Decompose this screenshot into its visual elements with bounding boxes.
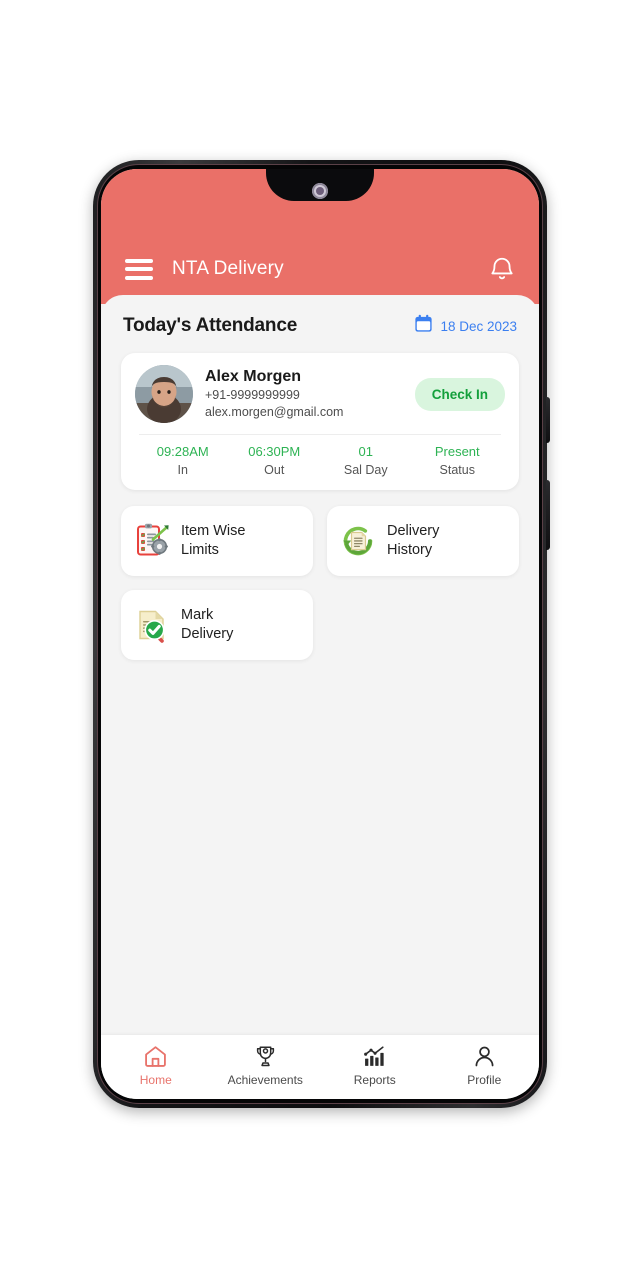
stat-out: 06:30PM Out: [229, 443, 321, 479]
header-bar: NTA Delivery: [101, 243, 539, 295]
tile-mark-delivery[interactable]: Mark Delivery: [121, 590, 313, 661]
tile-label-line2: Delivery: [181, 626, 234, 643]
user-name: Alex Morgen: [205, 367, 302, 385]
document-check-magnifier-icon: [133, 606, 171, 644]
phone-screen: NTA Delivery Today's Attendance 18 Dec 2…: [101, 169, 539, 1099]
check-in-button[interactable]: Check In: [414, 377, 505, 411]
quick-action-tiles: Item Wise Limits Delivery History Mark D…: [101, 490, 539, 661]
nav-item-achievements[interactable]: Achievements: [211, 1043, 321, 1087]
user-phone: +91-9999999999: [205, 387, 300, 402]
section-header: Today's Attendance 18 Dec 2023: [101, 295, 539, 338]
home-icon: [143, 1043, 168, 1069]
stat-in: 09:28AM In: [137, 443, 229, 479]
user-email: alex.morgen@gmail.com: [205, 405, 344, 419]
trophy-icon: [253, 1043, 278, 1069]
bar-chart-icon: [362, 1043, 387, 1069]
tile-label-line2: Limits: [181, 542, 219, 559]
stat-status: Present Status: [412, 443, 504, 479]
bell-icon[interactable]: [489, 255, 515, 283]
nav-label: Profile: [467, 1073, 502, 1087]
nav-item-reports[interactable]: Reports: [320, 1043, 430, 1087]
stat-sal-day: 01 Sal Day: [320, 443, 412, 479]
power-button[interactable]: [546, 397, 550, 443]
date-text: 18 Dec 2023: [440, 318, 517, 334]
nav-label: Reports: [353, 1073, 396, 1087]
stat-value: 06:30PM: [248, 444, 301, 459]
tile-label-line1: Delivery: [387, 523, 440, 540]
date-selector[interactable]: 18 Dec 2023: [414, 314, 517, 338]
history-refresh-document-icon: [339, 522, 377, 560]
calendar-icon: [414, 314, 433, 338]
profile-row: Alex Morgen +91-9999999999 alex.morgen@g…: [135, 365, 505, 423]
tile-label-line1: Mark: [181, 607, 214, 624]
tile-label: Item Wise Limits: [181, 522, 245, 560]
profile-meta: Alex Morgen +91-9999999999 alex.morgen@g…: [205, 367, 343, 422]
nav-item-home[interactable]: Home: [101, 1043, 211, 1087]
avatar: [135, 365, 193, 423]
hamburger-menu-icon[interactable]: [125, 258, 153, 280]
nav-label: Achievements: [227, 1073, 303, 1087]
attendance-card: Alex Morgen +91-9999999999 alex.morgen@g…: [121, 353, 519, 491]
tile-label-line2: History: [387, 542, 433, 559]
nav-item-profile[interactable]: Profile: [430, 1043, 540, 1087]
stat-label: In: [177, 462, 188, 477]
tile-label-line1: Item Wise: [181, 523, 246, 540]
bottom-navigation-bar: Home Achievements Reports Profile: [101, 1035, 539, 1099]
volume-button[interactable]: [546, 480, 550, 550]
stat-label: Out: [264, 462, 285, 477]
stat-value: 01: [358, 444, 373, 459]
app-title: NTA Delivery: [172, 258, 284, 279]
tile-label: Mark Delivery: [181, 606, 233, 644]
stat-value: 09:28AM: [156, 444, 209, 459]
tile-delivery-history[interactable]: Delivery History: [327, 506, 519, 577]
tile-label: Delivery History: [387, 522, 439, 560]
page-title: Today's Attendance: [123, 315, 298, 336]
stat-label: Sal Day: [343, 462, 388, 477]
clipboard-gear-icon: [133, 522, 171, 560]
app-header: NTA Delivery: [101, 169, 539, 304]
attendance-stats-row: 09:28AM In 06:30PM Out 01 Sal Day Presen…: [135, 435, 505, 479]
stat-label: Status: [439, 462, 475, 477]
tile-item-wise-limits[interactable]: Item Wise Limits: [121, 506, 313, 577]
phone-device-frame: NTA Delivery Today's Attendance 18 Dec 2…: [93, 160, 550, 1108]
nav-label: Home: [139, 1073, 172, 1087]
stat-value: Present: [434, 444, 480, 459]
person-icon: [472, 1043, 497, 1069]
content-area: Today's Attendance 18 Dec 2023 Alex Morg…: [101, 295, 539, 1035]
